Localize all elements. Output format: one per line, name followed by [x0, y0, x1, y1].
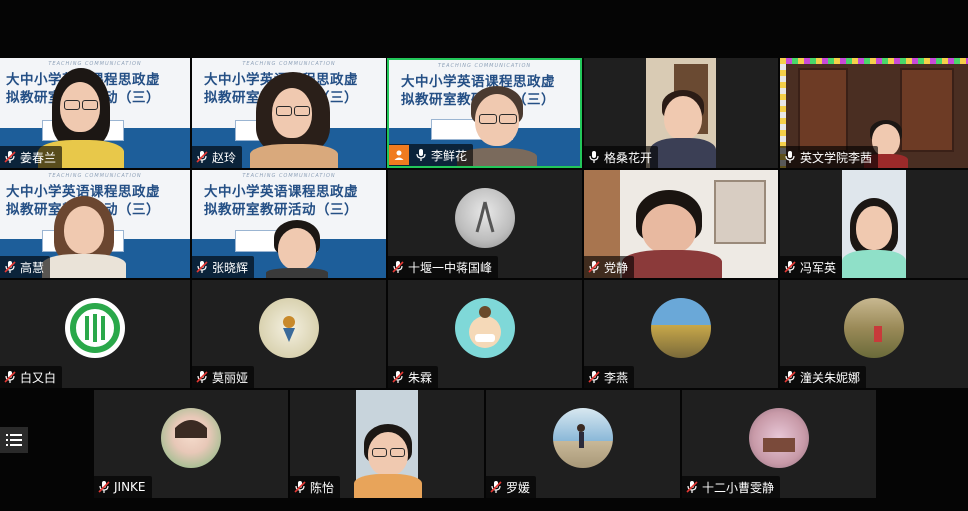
- name-tag: 英文学院李茜: [780, 146, 879, 168]
- name-tag: 十堰一中蒋国峰: [388, 256, 499, 278]
- participant-tile-dang-jing[interactable]: 党静: [584, 170, 778, 278]
- microphone-icon: [589, 151, 599, 163]
- microphone-muted-icon: [294, 481, 306, 493]
- name-tag: 张晓辉: [192, 256, 255, 278]
- name-tag: 罗媛: [486, 476, 537, 498]
- participant-tile-mo-liya[interactable]: 莫丽娅: [192, 280, 386, 388]
- participant-name: 朱霖: [408, 370, 433, 385]
- participant-tile-gao-hui[interactable]: TEACHING COMMUNICATION 大中小学英语课程思政虚拟教研室教研…: [0, 170, 190, 278]
- participant-name: 冯军英: [800, 260, 837, 275]
- microphone-muted-icon: [784, 261, 796, 273]
- participant-name: 英文学院李茜: [800, 150, 873, 165]
- participant-name: 党静: [604, 260, 629, 275]
- participant-tile-li-yan[interactable]: 李燕: [584, 280, 778, 388]
- avatar: [553, 408, 613, 468]
- participant-tile-zhu-lin[interactable]: 朱霖: [388, 280, 582, 388]
- video-person: [457, 86, 537, 166]
- name-tag: 莫丽娅: [192, 366, 255, 388]
- avatar: [651, 298, 711, 358]
- participant-tile-gesanghuakai[interactable]: 格桑花开: [584, 58, 778, 168]
- name-tag: 李燕: [584, 366, 635, 388]
- microphone-icon: [785, 151, 795, 163]
- video-person: [622, 190, 722, 278]
- avatar: [65, 298, 125, 358]
- video-person: [650, 90, 716, 168]
- microphone-muted-icon: [196, 261, 208, 273]
- video-person: [354, 424, 422, 498]
- participant-tile-chen-yi[interactable]: 陈怡: [290, 390, 484, 498]
- participant-tile-zhao-ling[interactable]: TEACHING COMMUNICATION 大中小学英语课程思政虚拟教研室教研…: [192, 58, 386, 168]
- participant-tile-tongguan-zhu-nina[interactable]: 潼关朱妮娜: [780, 280, 968, 388]
- microphone-muted-icon: [686, 481, 698, 493]
- participant-tile-english-college-li-qian[interactable]: 英文学院李茜: [780, 58, 968, 168]
- avatar: [749, 408, 809, 468]
- name-tag: 陈怡: [290, 476, 341, 498]
- participant-tile-jiang-chunlan[interactable]: TEACHING COMMUNICATION 大中小学英语课程思政虚拟教研室教研…: [0, 58, 190, 168]
- video-person: [842, 198, 906, 278]
- participant-name: 李燕: [604, 370, 629, 385]
- participant-tile-bai-youbai[interactable]: 白又白: [0, 280, 190, 388]
- microphone-muted-icon: [4, 151, 16, 163]
- microphone-muted-icon: [392, 261, 404, 273]
- user-icon: [389, 145, 409, 165]
- participant-name: 罗媛: [506, 480, 531, 495]
- microphone-muted-icon: [588, 371, 600, 383]
- microphone-icon: [416, 149, 426, 161]
- microphone-muted-icon: [490, 481, 502, 493]
- avatar: [844, 298, 904, 358]
- participant-tile-zhang-xiaohui[interactable]: TEACHING COMMUNICATION 大中小学英语课程思政虚 拟教研室教研…: [192, 170, 386, 278]
- name-tag: 冯军英: [780, 256, 843, 278]
- name-tag: 格桑花开: [584, 146, 659, 168]
- participant-tile-feng-junying[interactable]: 冯军英: [780, 170, 968, 278]
- avatar: [455, 298, 515, 358]
- microphone-muted-icon: [784, 371, 796, 383]
- avatar: [259, 298, 319, 358]
- participant-name: 姜春兰: [20, 150, 57, 165]
- name-tag: 赵玲: [192, 146, 243, 168]
- name-tag: 李鲜花: [389, 144, 474, 166]
- slide-tag: TEACHING COMMUNICATION: [48, 61, 142, 67]
- menu-button[interactable]: [0, 427, 28, 453]
- name-tag: 十二小曹雯静: [682, 476, 781, 498]
- microphone-muted-icon: [4, 261, 16, 273]
- microphone-muted-icon: [196, 151, 208, 163]
- name-tag: 高慧: [0, 256, 51, 278]
- participant-name: 格桑花开: [604, 150, 653, 165]
- participant-name: 白又白: [20, 370, 57, 385]
- participant-name: 潼关朱妮娜: [800, 370, 861, 385]
- microphone-muted-icon: [392, 371, 404, 383]
- microphone-muted-icon: [4, 371, 16, 383]
- name-tag: 党静: [584, 256, 635, 278]
- participant-name: 李鲜花: [431, 148, 468, 163]
- name-tag: 姜春兰: [0, 146, 63, 168]
- name-tag: 白又白: [0, 366, 63, 388]
- menu-icon: [6, 434, 22, 446]
- participant-tile-jinke[interactable]: JINKE: [94, 390, 288, 498]
- participant-tile-shi-er-xiao-cao-wenjing[interactable]: 十二小曹雯静: [682, 390, 876, 498]
- participant-name: JINKE: [114, 480, 146, 494]
- avatar: [161, 408, 221, 468]
- participant-name: 高慧: [20, 260, 45, 275]
- participant-name: 陈怡: [310, 480, 335, 495]
- microphone-muted-icon: [196, 371, 208, 383]
- video-person: [266, 220, 328, 278]
- microphone-muted-icon: [588, 261, 600, 273]
- video-person: [42, 196, 126, 278]
- participant-name: 十二小曹雯静: [702, 480, 775, 495]
- name-tag: 潼关朱妮娜: [780, 366, 867, 388]
- microphone-muted-icon: [98, 481, 110, 493]
- participant-tile-shiyan-jiang-guofeng[interactable]: 十堰一中蒋国峰: [388, 170, 582, 278]
- participant-tile-li-xianhua[interactable]: TEACHING COMMUNICATION 大中小学英语课程思政虚拟教研室教研…: [387, 58, 582, 168]
- participant-name: 张晓辉: [212, 260, 249, 275]
- name-tag: 朱霖: [388, 366, 439, 388]
- participant-tile-luo-yuan[interactable]: 罗媛: [486, 390, 680, 498]
- participant-name: 莫丽娅: [212, 370, 249, 385]
- name-tag: JINKE: [94, 476, 152, 498]
- avatar: [455, 188, 515, 248]
- participant-name: 十堰一中蒋国峰: [408, 260, 493, 275]
- video-person: [250, 72, 338, 168]
- participant-name: 赵玲: [212, 150, 237, 165]
